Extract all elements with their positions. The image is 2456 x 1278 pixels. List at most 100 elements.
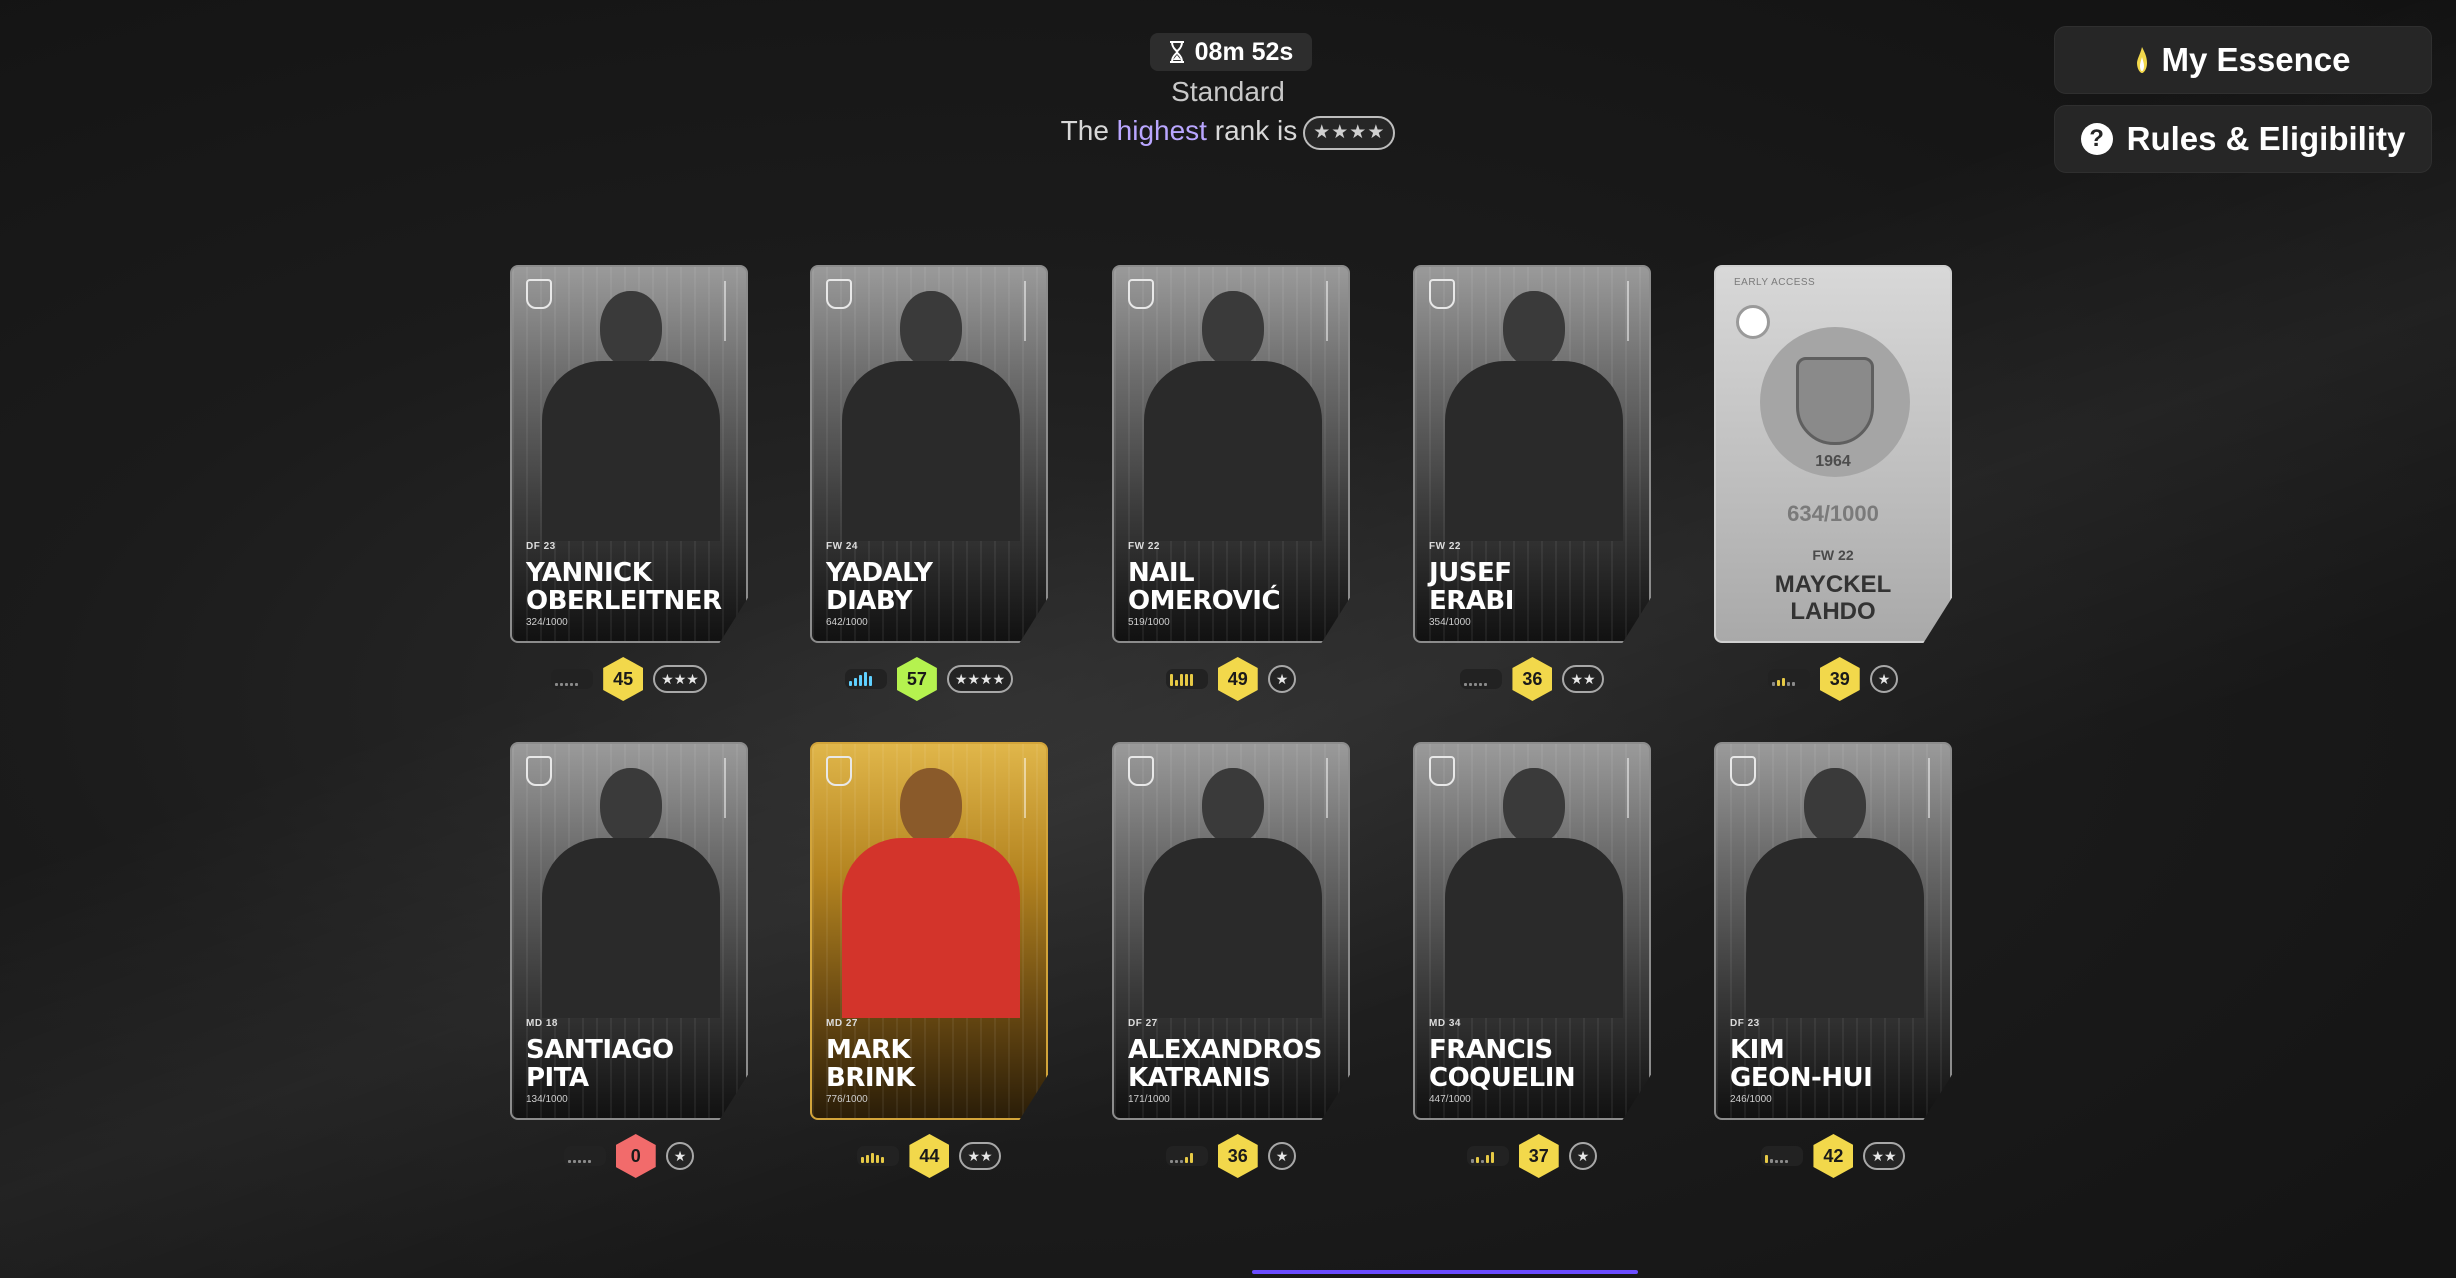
form-bar — [1189, 1153, 1193, 1163]
player-card-slot: DF 23 KIM GEON-HUI 246/1000 42 ★★ — [1714, 742, 1952, 1178]
player-card-slot: MD 27 MARK BRINK 776/1000 44 ★★ — [810, 742, 1048, 1178]
card-stats-row: 39 ★ — [1714, 657, 1952, 701]
player-rank-stars: ★ — [1267, 1142, 1297, 1170]
card-stats-row: 36 ★ — [1112, 1134, 1350, 1178]
form-bar — [868, 676, 872, 686]
player-head — [1503, 768, 1565, 844]
countdown-timer: 08m 52s — [1150, 33, 1312, 71]
player-card[interactable]: MD 34 FRANCIS COQUELIN 447/1000 — [1413, 742, 1651, 1120]
player-card[interactable]: MD 27 MARK BRINK 776/1000 — [810, 742, 1048, 1120]
player-position-age: FW 24 — [826, 541, 858, 552]
question-icon: ? — [2080, 123, 2113, 155]
rules-eligibility-button[interactable]: ? Rules & Eligibility — [2054, 105, 2432, 173]
player-card[interactable]: EARLY ACCESS 1964 634/1000 FW 22 MAYCKEL LAHD… — [1714, 265, 1952, 643]
player-card[interactable]: FW 24 YADALY DIABY 642/1000 — [810, 265, 1048, 643]
player-head — [1202, 768, 1264, 844]
form-bar — [863, 672, 867, 686]
sorare-brand-mark — [724, 758, 736, 818]
player-position-age: DF 27 — [1128, 1018, 1158, 1029]
card-serial: 776/1000 — [826, 1094, 868, 1105]
form-bar — [866, 1155, 870, 1163]
form-bar — [1786, 682, 1790, 686]
player-jersey — [1445, 361, 1623, 541]
player-photo — [1144, 291, 1322, 541]
form-bar — [1179, 1160, 1183, 1163]
player-position-age: FW 22 — [1429, 541, 1461, 552]
score-badge: 42 — [1813, 1134, 1854, 1178]
card-serial: 519/1000 — [1128, 617, 1170, 628]
player-photo — [1445, 768, 1623, 1018]
player-card[interactable]: DF 23 KIM GEON-HUI 246/1000 — [1714, 742, 1952, 1120]
form-bars-icon — [1767, 669, 1810, 689]
player-name: MAYCKEL LAHDO — [1774, 571, 1892, 625]
sorare-brand-mark — [1326, 758, 1338, 818]
form-bars-icon — [1761, 1146, 1804, 1166]
player-position-age: FW 22 — [1812, 547, 1854, 563]
bottom-accent-bar — [1252, 1270, 1638, 1274]
player-card[interactable]: MD 18 SANTIAGO PITA 134/1000 — [510, 742, 748, 1120]
score-badge: 0 — [615, 1134, 656, 1178]
form-bar — [858, 675, 862, 686]
player-card-slot: DF 27 ALEXANDROS KATRANIS 171/1000 36 ★ — [1112, 742, 1350, 1178]
player-rank-stars: ★★ — [1863, 1142, 1905, 1170]
form-bar — [1484, 683, 1488, 686]
player-head — [900, 291, 962, 367]
player-card[interactable]: DF 27 ALEXANDROS KATRANIS 171/1000 — [1112, 742, 1350, 1120]
form-bar — [1174, 680, 1178, 686]
form-bar — [881, 1157, 885, 1163]
form-bars-icon — [857, 1146, 900, 1166]
player-rank-stars: ★★ — [959, 1142, 1001, 1170]
player-card[interactable]: FW 22 NAIL OMEROVIĆ 519/1000 — [1112, 265, 1350, 643]
player-card[interactable]: FW 22 JUSEF ERABI 354/1000 — [1413, 265, 1651, 643]
sorare-brand-mark — [1326, 281, 1338, 341]
player-name: NAIL OMEROVIĆ — [1128, 558, 1281, 616]
player-card[interactable]: DF 23 YANNICK OBERLEITNER 324/1000 — [510, 265, 748, 643]
form-bar — [567, 1160, 571, 1163]
player-rank-stars: ★ — [1267, 665, 1297, 693]
form-bar — [1179, 674, 1183, 686]
form-bar — [1775, 1160, 1779, 1163]
rarity-circle-icon — [1736, 305, 1770, 339]
form-bar — [555, 683, 559, 686]
rank-highlight: highest — [1116, 115, 1207, 146]
my-essence-button[interactable]: My Essence — [2054, 26, 2432, 94]
card-stats-row: 42 ★★ — [1714, 1134, 1952, 1178]
player-head — [600, 291, 662, 367]
card-serial: 447/1000 — [1429, 1094, 1471, 1105]
player-rank-stars: ★★ — [1562, 665, 1604, 693]
form-bars-icon — [1466, 1146, 1509, 1166]
sorare-brand-mark — [724, 281, 736, 341]
form-bar — [876, 1155, 880, 1163]
form-bar — [1174, 1160, 1178, 1163]
score-badge: 39 — [1819, 657, 1860, 701]
card-stats-row: 44 ★★ — [810, 1134, 1048, 1178]
card-stats-row: 49 ★ — [1112, 657, 1350, 701]
player-card-slot: FW 22 JUSEF ERABI 354/1000 36 ★★ — [1413, 265, 1651, 701]
form-bar — [861, 1157, 865, 1163]
player-card-slot: MD 18 SANTIAGO PITA 134/1000 0 ★ — [510, 742, 748, 1178]
form-bar — [1169, 1160, 1173, 1163]
player-position-age: MD 18 — [526, 1018, 558, 1029]
form-bar — [570, 683, 574, 686]
score-badge: 44 — [909, 1134, 950, 1178]
player-name: ALEXANDROS KATRANIS — [1128, 1035, 1322, 1093]
rank-stars-badge: ★★★★ — [1303, 115, 1396, 150]
rank-text-before: The — [1060, 115, 1117, 146]
card-stats-row: 0 ★ — [510, 1134, 748, 1178]
player-photo — [1445, 291, 1623, 541]
hourglass-icon — [1169, 41, 1184, 63]
player-photo — [542, 768, 720, 1018]
card-stats-row: 36 ★★ — [1413, 657, 1651, 701]
card-serial: 171/1000 — [1128, 1094, 1170, 1105]
form-bar — [1469, 683, 1473, 686]
card-serial: 634/1000 — [1787, 501, 1879, 526]
player-name: KIM GEON-HUI — [1730, 1035, 1873, 1093]
sorare-brand-mark — [1928, 758, 1940, 818]
player-card-slot: DF 23 YANNICK OBERLEITNER 324/1000 45 ★★★ — [510, 265, 748, 701]
player-name: SANTIAGO PITA — [526, 1035, 674, 1093]
form-bar — [565, 683, 569, 686]
form-bar — [572, 1160, 576, 1163]
player-jersey — [1746, 838, 1924, 1018]
player-card-slot: EARLY ACCESS 1964 634/1000 FW 22 MAYCKEL LAHD… — [1714, 265, 1952, 701]
form-bar — [853, 678, 857, 686]
